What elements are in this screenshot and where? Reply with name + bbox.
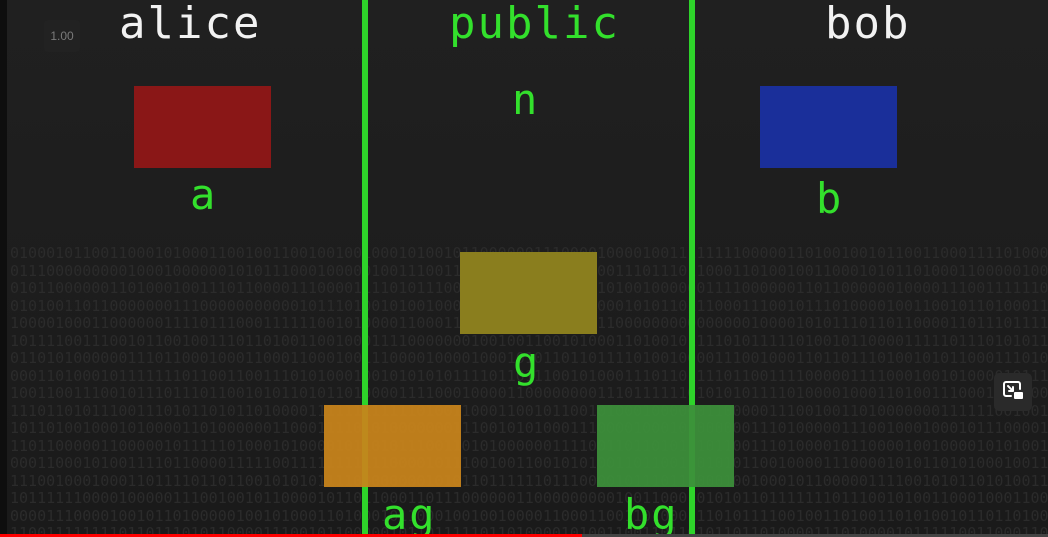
box-g-olive bbox=[460, 252, 597, 334]
label-b: b bbox=[816, 174, 844, 223]
alice-heading: alice bbox=[119, 0, 262, 49]
frame-left-edge bbox=[0, 0, 7, 537]
label-g: g bbox=[513, 338, 541, 387]
box-bg-green bbox=[597, 405, 734, 487]
box-a-red bbox=[134, 86, 271, 168]
picture-in-picture-icon bbox=[1002, 380, 1024, 404]
bob-heading: bob bbox=[825, 0, 911, 49]
video-frame[interactable]: 0100010110011000101000110010011001001001… bbox=[0, 0, 1048, 537]
label-a: a bbox=[190, 170, 218, 219]
box-ag-orange bbox=[324, 405, 461, 487]
label-ag: ag bbox=[382, 490, 437, 537]
label-n: n bbox=[512, 75, 540, 124]
playback-speed-indicator[interactable]: 1.00 bbox=[44, 20, 80, 52]
label-bg: bg bbox=[624, 490, 679, 537]
pip-button[interactable] bbox=[994, 373, 1032, 411]
public-heading: public bbox=[449, 0, 620, 49]
box-b-blue bbox=[760, 86, 897, 168]
